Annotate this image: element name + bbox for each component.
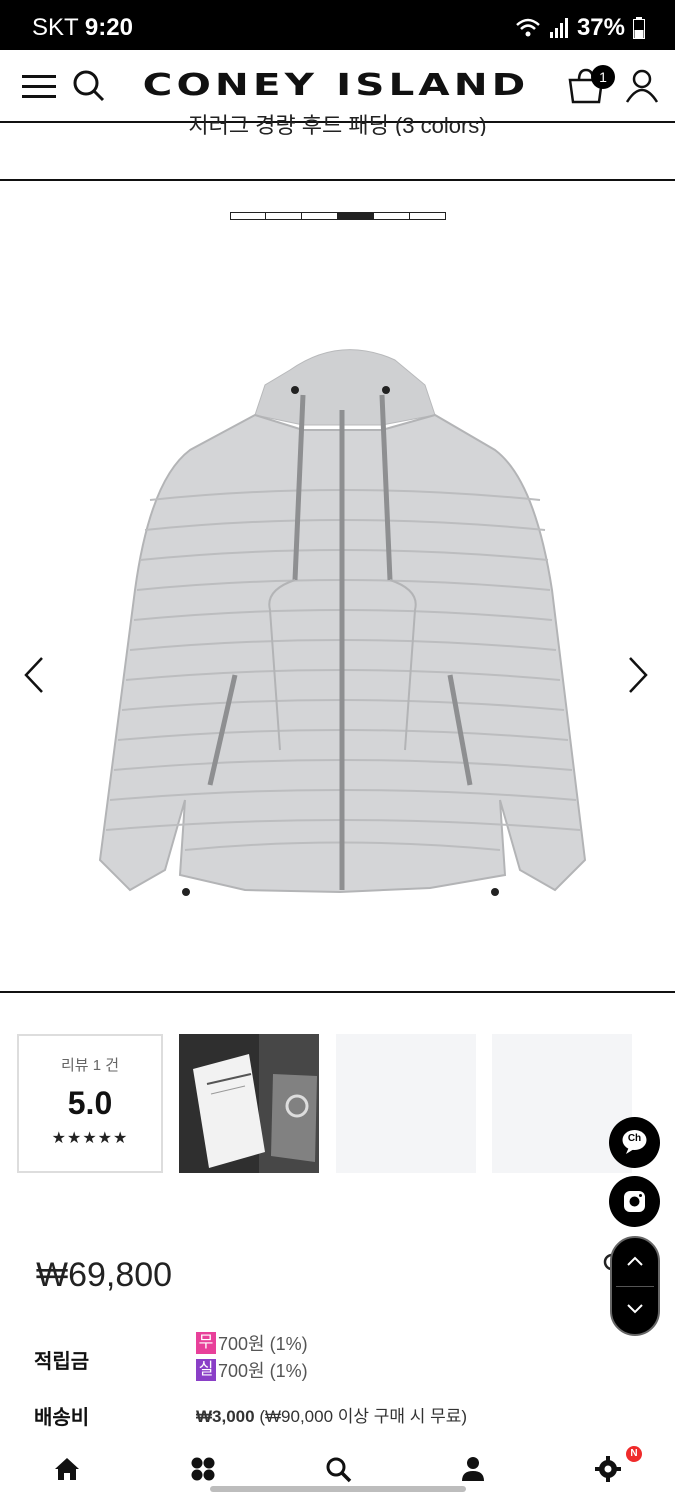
instagram-icon (624, 1191, 645, 1212)
status-bar: SKT 9:20 37% (0, 0, 675, 50)
pager-segment[interactable] (410, 212, 446, 220)
status-right: 37% (515, 14, 645, 42)
pager-segment[interactable] (374, 212, 410, 220)
review-photo-thumbnail[interactable] (336, 1034, 476, 1173)
pager-segment[interactable] (230, 212, 266, 220)
status-left: SKT 9:20 (32, 14, 133, 42)
site-header: CONEY ISLAND 1 (0, 50, 675, 123)
points-label: 적립금 (34, 1351, 90, 1373)
product-image (98, 349, 587, 896)
menu-icon[interactable] (20, 66, 60, 106)
shipping-fee: ₩3,000 (196, 1407, 255, 1426)
prev-image-arrow-icon[interactable] (20, 650, 50, 700)
scroll-controls (610, 1236, 660, 1336)
pager-segment[interactable] (338, 212, 374, 220)
settings-gear-icon[interactable] (593, 1454, 623, 1484)
signal-icon (549, 18, 568, 38)
points-value: 700원 (1%) (218, 1361, 308, 1381)
next-image-arrow-icon[interactable] (622, 650, 652, 700)
battery-icon (633, 17, 645, 39)
scroll-up-icon[interactable] (625, 1254, 645, 1268)
category-grid-icon[interactable] (188, 1454, 218, 1484)
product-title: 지러그 경량 후드 패딩 (3 colors) (188, 114, 487, 136)
review-photo-image (179, 1034, 319, 1173)
points-badge: 실 (196, 1359, 216, 1381)
image-pager[interactable] (230, 212, 446, 220)
scroll-divider (616, 1286, 654, 1287)
review-summary[interactable]: 리뷰 1 건 5.0 ★★★★★ (17, 1034, 163, 1173)
home-indicator[interactable] (210, 1486, 466, 1492)
home-icon[interactable] (52, 1454, 82, 1484)
carrier: SKT (32, 14, 79, 41)
points-badge: 무 (196, 1332, 216, 1354)
review-count: 리뷰 1 건 (60, 1057, 120, 1074)
divider (0, 179, 675, 181)
points-row: 실 700원 (1%) (196, 1357, 308, 1383)
chat-label: Ch (627, 1133, 642, 1144)
account-icon[interactable] (458, 1454, 488, 1484)
cart-count-badge: 1 (591, 65, 615, 89)
points-row: 무 700원 (1%) (196, 1330, 308, 1356)
chat-button[interactable]: Ch (609, 1117, 660, 1168)
pager-segment[interactable] (302, 212, 338, 220)
shipping-info: ₩3,000 (₩90,000 이상 구매 시 무료) (196, 1402, 467, 1427)
notification-badge: N (626, 1446, 642, 1462)
brand-logo[interactable]: CONEY ISLAND (58, 68, 614, 104)
search-icon[interactable] (323, 1454, 353, 1484)
divider (0, 991, 675, 993)
pager-segment[interactable] (266, 212, 302, 220)
review-score: 5.0 (67, 1085, 113, 1121)
review-photo-thumbnail[interactable] (179, 1034, 319, 1173)
user-icon[interactable] (622, 66, 662, 106)
shipping-note: (₩90,000 이상 구매 시 무료) (259, 1407, 468, 1426)
points-value: 700원 (1%) (218, 1334, 308, 1354)
clock: 9:20 (84, 14, 133, 41)
review-stars: ★★★★★ (51, 1130, 129, 1147)
scroll-down-icon[interactable] (625, 1302, 645, 1316)
battery-percent: 37% (576, 14, 625, 41)
wifi-icon (516, 18, 540, 37)
shipping-label: 배송비 (34, 1407, 90, 1429)
instagram-button[interactable] (609, 1176, 660, 1227)
product-price: ₩69,800 (36, 1256, 173, 1294)
